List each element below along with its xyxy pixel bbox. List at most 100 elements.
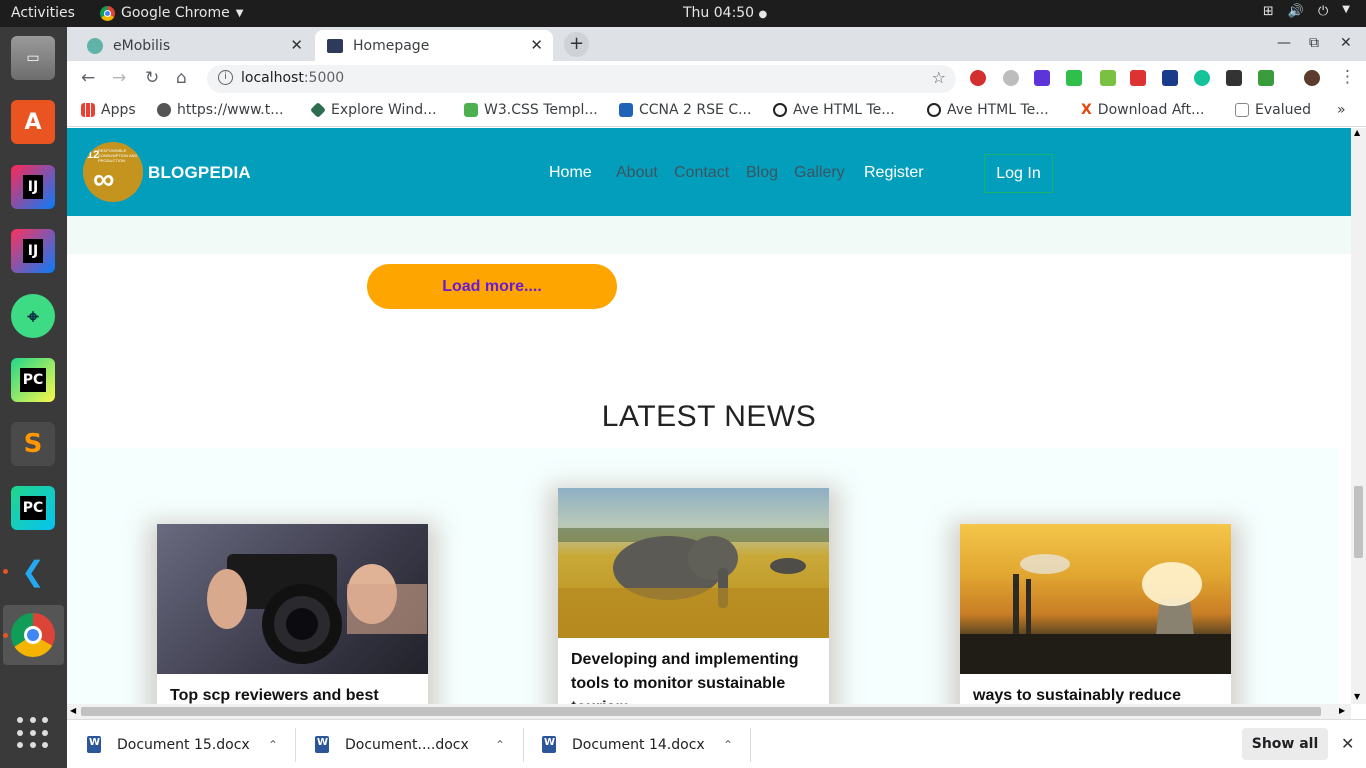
bookmark-apps[interactable]: Apps (81, 102, 136, 118)
horizontal-scrollbar[interactable]: ◀ ▶ (67, 704, 1351, 719)
extension-icon[interactable] (1130, 70, 1146, 86)
chrome-icon[interactable] (11, 613, 55, 657)
sublime-text-icon[interactable]: S (11, 422, 55, 466)
bookmark-label: Download Aft... (1097, 102, 1205, 118)
page-viewport: 12 RESPONSIBLE CONSUMPTION AND PRODUCTIO… (67, 128, 1351, 704)
download-item[interactable]: Document 14.docx ⌃ (542, 720, 742, 768)
clock[interactable]: Thu 04:50 ● (683, 5, 767, 21)
download-item[interactable]: Document....docx ⌃ (315, 720, 515, 768)
close-icon[interactable]: ✕ (290, 36, 303, 54)
scroll-up-icon[interactable]: ▲ (1354, 128, 1360, 137)
extension-icon[interactable] (1066, 70, 1082, 86)
bookmark-label: https://www.t... (177, 102, 284, 118)
scroll-down-icon[interactable]: ▼ (1354, 692, 1360, 701)
adblock-icon[interactable] (970, 70, 986, 86)
show-all-button[interactable]: Show all (1242, 728, 1328, 760)
pycharm-ce-icon[interactable]: PC (11, 486, 55, 530)
bookmark-item[interactable]: CCNA 2 RSE C... (619, 102, 751, 118)
avatar[interactable] (1304, 70, 1320, 86)
chart-icon (1235, 103, 1249, 117)
system-tray[interactable]: ⊞ 🔊 ⏻ ▼ (1263, 4, 1350, 19)
download-item[interactable]: Document 15.docx ⌃ (87, 720, 287, 768)
emobilis-favicon-icon (87, 37, 103, 54)
more-menu-icon[interactable]: ⋮ (1339, 67, 1356, 87)
android-studio-icon[interactable]: ⌖ (11, 294, 55, 338)
chevron-down-icon: ▼ (235, 7, 244, 19)
grammarly-icon[interactable] (1194, 70, 1210, 86)
scroll-thumb[interactable] (1354, 486, 1363, 558)
notification-dot-icon: ● (758, 9, 768, 20)
nav-gallery[interactable]: Gallery (794, 164, 845, 182)
url-text[interactable]: localhost:5000 (241, 70, 344, 86)
minimize-icon[interactable]: — (1277, 35, 1291, 51)
nav-home[interactable]: Home (549, 164, 592, 182)
tab-title: Homepage (353, 37, 430, 54)
bookmark-item[interactable]: Explore Wind... (310, 102, 437, 118)
download-name: Document 15.docx (117, 736, 250, 753)
new-tab-button[interactable]: + (564, 32, 589, 57)
extension-icon[interactable] (1258, 70, 1274, 86)
chevron-up-icon[interactable]: ⌃ (495, 738, 505, 752)
files-icon[interactable]: ▭ (11, 36, 55, 80)
tab-title: eMobilis (113, 37, 171, 54)
news-card[interactable]: ways to sustainably reduce waste (960, 524, 1231, 704)
infinity-icon: ∞ (93, 163, 115, 196)
more-bookmarks-icon[interactable]: » (1337, 102, 1346, 118)
extension-icon[interactable] (1226, 70, 1242, 86)
extension-icon[interactable] (1162, 70, 1178, 86)
pycharm-icon[interactable]: PC (11, 358, 55, 402)
tab-strip: eMobilis ✕ Homepage ✕ + — ⧉ ✕ (67, 27, 1366, 61)
close-icon[interactable]: ✕ (530, 36, 543, 54)
vertical-scrollbar[interactable]: ▲ ▼ (1351, 128, 1366, 704)
chevron-up-icon[interactable]: ⌃ (268, 738, 278, 752)
nav-about[interactable]: About (616, 164, 658, 182)
chevron-up-icon[interactable]: ⌃ (723, 738, 733, 752)
scroll-left-icon[interactable]: ◀ (70, 706, 76, 715)
intellij-ce-icon[interactable]: IJ (11, 229, 55, 273)
close-icon[interactable]: ✕ (1341, 734, 1354, 753)
vscode-icon[interactable]: ❮ (11, 549, 55, 593)
nav-register[interactable]: Register (864, 164, 924, 182)
bookmark-star-icon[interactable]: ☆ (932, 68, 946, 87)
tab-emobilis[interactable]: eMobilis ✕ (75, 30, 313, 61)
close-window-icon[interactable]: ✕ (1340, 35, 1352, 51)
site-logo[interactable]: 12 RESPONSIBLE CONSUMPTION AND PRODUCTIO… (83, 142, 143, 202)
nav-blog[interactable]: Blog (746, 164, 778, 182)
extension-icon[interactable] (1100, 70, 1116, 86)
home-icon[interactable]: ⌂ (176, 68, 187, 88)
extension-icon[interactable] (1034, 70, 1050, 86)
software-center-icon[interactable]: A (11, 100, 55, 144)
load-more-button[interactable]: Load more.... (367, 264, 617, 309)
nav-contact[interactable]: Contact (674, 164, 729, 182)
maximize-icon[interactable]: ⧉ (1309, 35, 1319, 51)
forward-icon[interactable]: → (112, 68, 126, 88)
bookmark-label: Apps (101, 102, 136, 118)
news-card[interactable]: Top scp reviewers and best paper (157, 524, 428, 704)
bookmark-item[interactable]: https://www.t... (157, 102, 284, 118)
news-card[interactable]: Developing and implementing tools to mon… (558, 488, 829, 704)
site-brand[interactable]: BLOGPEDIA (148, 163, 251, 183)
app-menu[interactable]: Google Chrome ▼ (100, 5, 243, 21)
intellij-icon[interactable]: IJ (11, 165, 55, 209)
bookmark-item[interactable]: Ave HTML Te... (927, 102, 1049, 118)
bookmark-item[interactable]: W3.CSS Templ... (464, 102, 598, 118)
bookmark-label: CCNA 2 RSE C... (639, 102, 752, 118)
factory-photo (960, 524, 1231, 674)
address-bar[interactable]: i localhost:5000 ☆ (207, 65, 956, 93)
back-icon[interactable]: ← (81, 68, 95, 88)
activities-button[interactable]: Activities (11, 5, 75, 21)
bookmark-item[interactable]: Evalued (1235, 102, 1311, 118)
info-icon[interactable]: i (218, 70, 233, 85)
bookmark-item[interactable]: Ave HTML Te... (773, 102, 895, 118)
scroll-thumb[interactable] (81, 707, 1321, 716)
terminal-favicon-icon (327, 38, 343, 53)
factory-illustration (960, 554, 1231, 674)
reload-icon[interactable]: ↻ (145, 68, 159, 88)
apps-grid-icon (81, 103, 95, 117)
scroll-right-icon[interactable]: ▶ (1339, 706, 1345, 715)
extension-icon[interactable] (1003, 70, 1019, 86)
login-button[interactable]: Log In (984, 154, 1053, 193)
tab-homepage[interactable]: Homepage ✕ (315, 30, 553, 61)
show-applications-icon[interactable] (17, 717, 49, 749)
bookmark-item[interactable]: X Download Aft... (1081, 102, 1204, 118)
